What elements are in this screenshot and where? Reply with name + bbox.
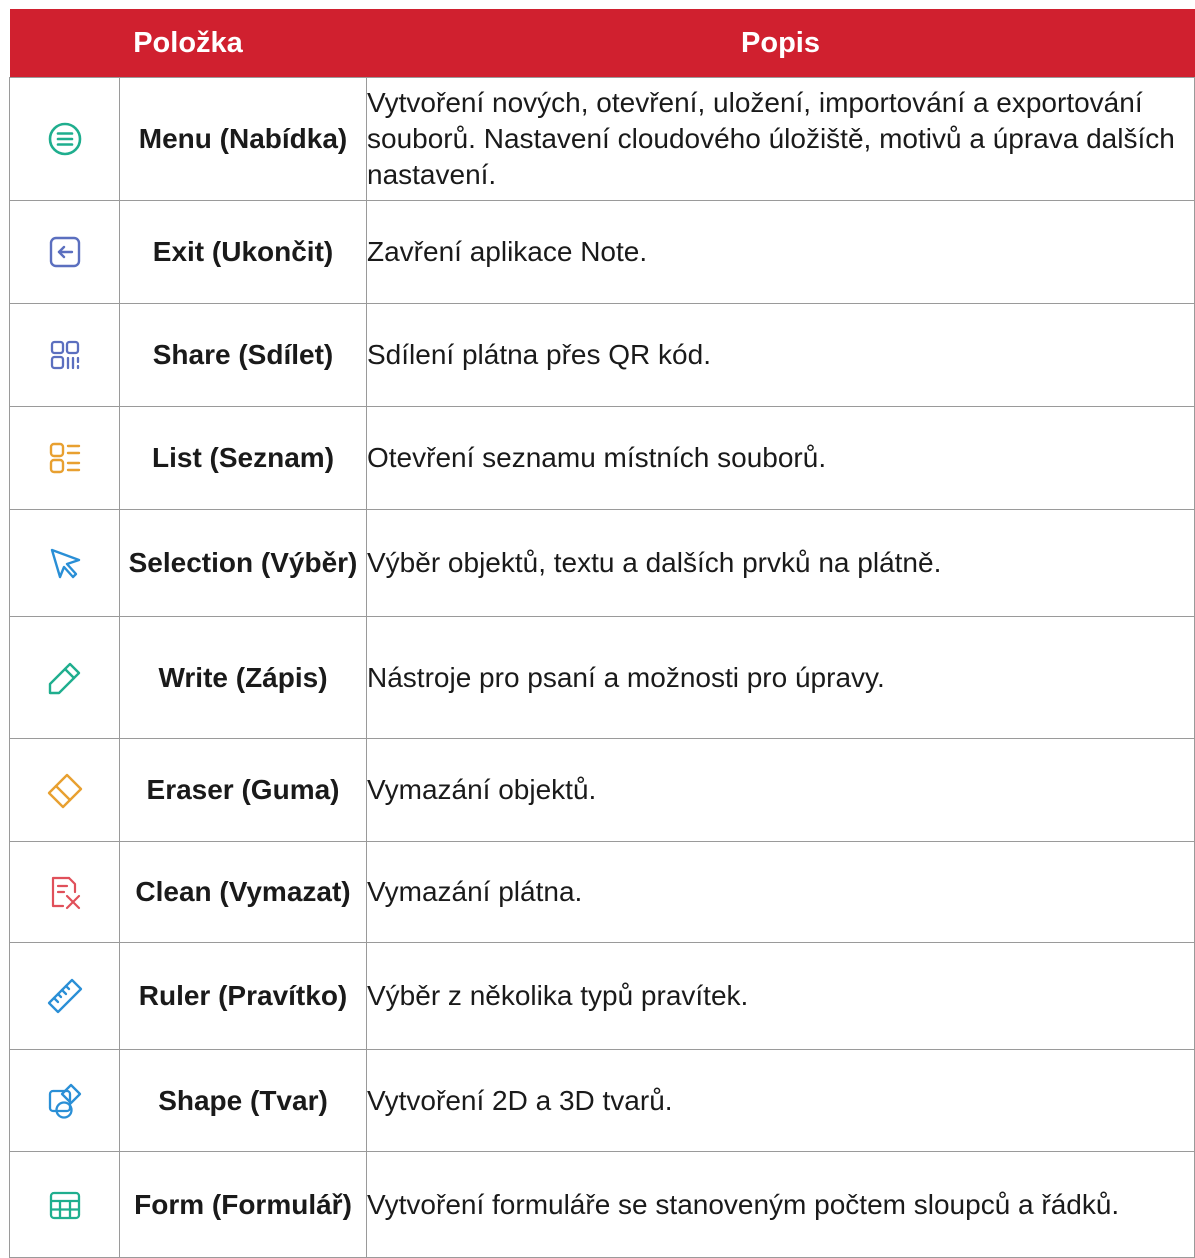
item-label: Eraser (Guma) (119, 738, 367, 842)
table-icon (45, 1185, 85, 1225)
table-row: Ruler (Pravítko) Výběr z několika typů p… (9, 942, 1195, 1050)
item-label: Selection (Výběr) (119, 509, 367, 617)
item-description: Otevření seznamu místních souborů. (366, 406, 1195, 510)
cursor-icon (45, 543, 85, 583)
table-row: Menu (Nabídka) Vytvoření nových, otevřen… (9, 77, 1195, 201)
table-row: Clean (Vymazat) Vymazání plátna. (9, 841, 1195, 943)
item-label: Shape (Tvar) (119, 1049, 367, 1152)
item-label: List (Seznam) (119, 406, 367, 510)
item-description: Vytvoření formuláře se stanoveným počtem… (366, 1151, 1195, 1258)
table-row: Share (Sdílet) Sdílení plátna přes QR kó… (9, 303, 1195, 407)
header-description: Popis (366, 9, 1195, 78)
table-row: Exit (Ukončit) Zavření aplikace Note. (9, 200, 1195, 304)
shape-icon (45, 1081, 85, 1121)
table-row: Eraser (Guma) Vymazání objektů. (9, 738, 1195, 842)
item-description: Vytvoření 2D a 3D tvarů. (366, 1049, 1195, 1152)
header-item: Položka (9, 9, 367, 78)
item-description: Vymazání plátna. (366, 841, 1195, 943)
pen-icon (45, 658, 85, 698)
item-label: Ruler (Pravítko) (119, 942, 367, 1050)
item-label: Share (Sdílet) (119, 303, 367, 407)
clean-icon (45, 872, 85, 912)
exit-icon (45, 232, 85, 272)
item-description: Výběr z několika typů pravítek. (366, 942, 1195, 1050)
list-icon (45, 438, 85, 478)
menu-icon (45, 119, 85, 159)
item-label: Clean (Vymazat) (119, 841, 367, 943)
item-label: Menu (Nabídka) (119, 77, 367, 201)
item-description: Vytvoření nových, otevření, uložení, imp… (366, 77, 1195, 201)
ruler-icon (45, 976, 85, 1016)
table-row: Form (Formulář) Vytvoření formuláře se s… (9, 1151, 1195, 1258)
table-row: Selection (Výběr) Výběr objektů, textu a… (9, 509, 1195, 617)
item-description: Vymazání objektů. (366, 738, 1195, 842)
feature-table: Položka Popis Menu (Nabídka) Vytvoření n… (9, 9, 1195, 1258)
item-description: Sdílení plátna přes QR kód. (366, 303, 1195, 407)
item-label: Form (Formulář) (119, 1151, 367, 1258)
item-description: Nástroje pro psaní a možnosti pro úpravy… (366, 616, 1195, 739)
table-header-row: Položka Popis (9, 9, 1195, 78)
table-row: Write (Zápis) Nástroje pro psaní a možno… (9, 616, 1195, 739)
item-description: Zavření aplikace Note. (366, 200, 1195, 304)
qr-share-icon (45, 335, 85, 375)
item-label: Write (Zápis) (119, 616, 367, 739)
table-row: List (Seznam) Otevření seznamu místních … (9, 406, 1195, 510)
table-row: Shape (Tvar) Vytvoření 2D a 3D tvarů. (9, 1049, 1195, 1152)
item-label: Exit (Ukončit) (119, 200, 367, 304)
eraser-icon (45, 770, 85, 810)
item-description: Výběr objektů, textu a dalších prvků na … (366, 509, 1195, 617)
